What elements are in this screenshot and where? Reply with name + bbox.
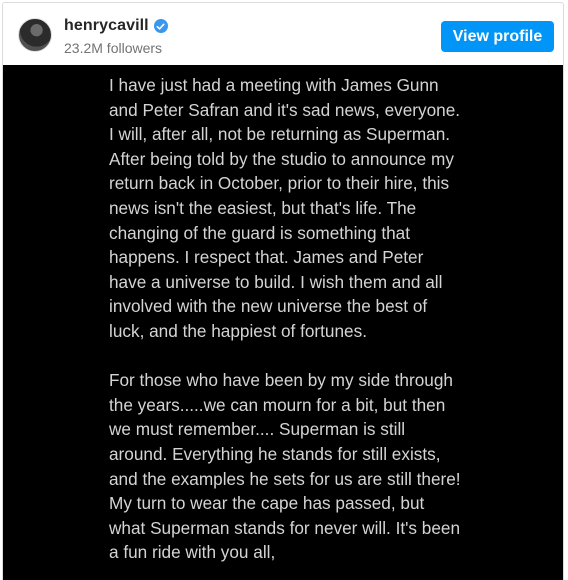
profile-header: henrycavill 23.2M followers View profile	[3, 3, 563, 65]
view-profile-button[interactable]: View profile	[441, 21, 554, 52]
instagram-embed-card: henrycavill 23.2M followers View profile…	[2, 2, 564, 580]
post-image[interactable]: I have just had a meeting with James Gun…	[3, 65, 563, 580]
username-row: henrycavill	[64, 17, 168, 35]
post-text: I have just had a meeting with James Gun…	[109, 73, 464, 565]
verified-badge-icon	[153, 19, 168, 33]
post-paragraph: For those who have been by my side throu…	[109, 370, 461, 563]
follower-count: 23.2M followers	[64, 40, 163, 56]
post-paragraph: I have just had a meeting with James Gun…	[109, 75, 461, 341]
username[interactable]: henrycavill	[64, 17, 149, 35]
avatar[interactable]	[18, 18, 52, 52]
